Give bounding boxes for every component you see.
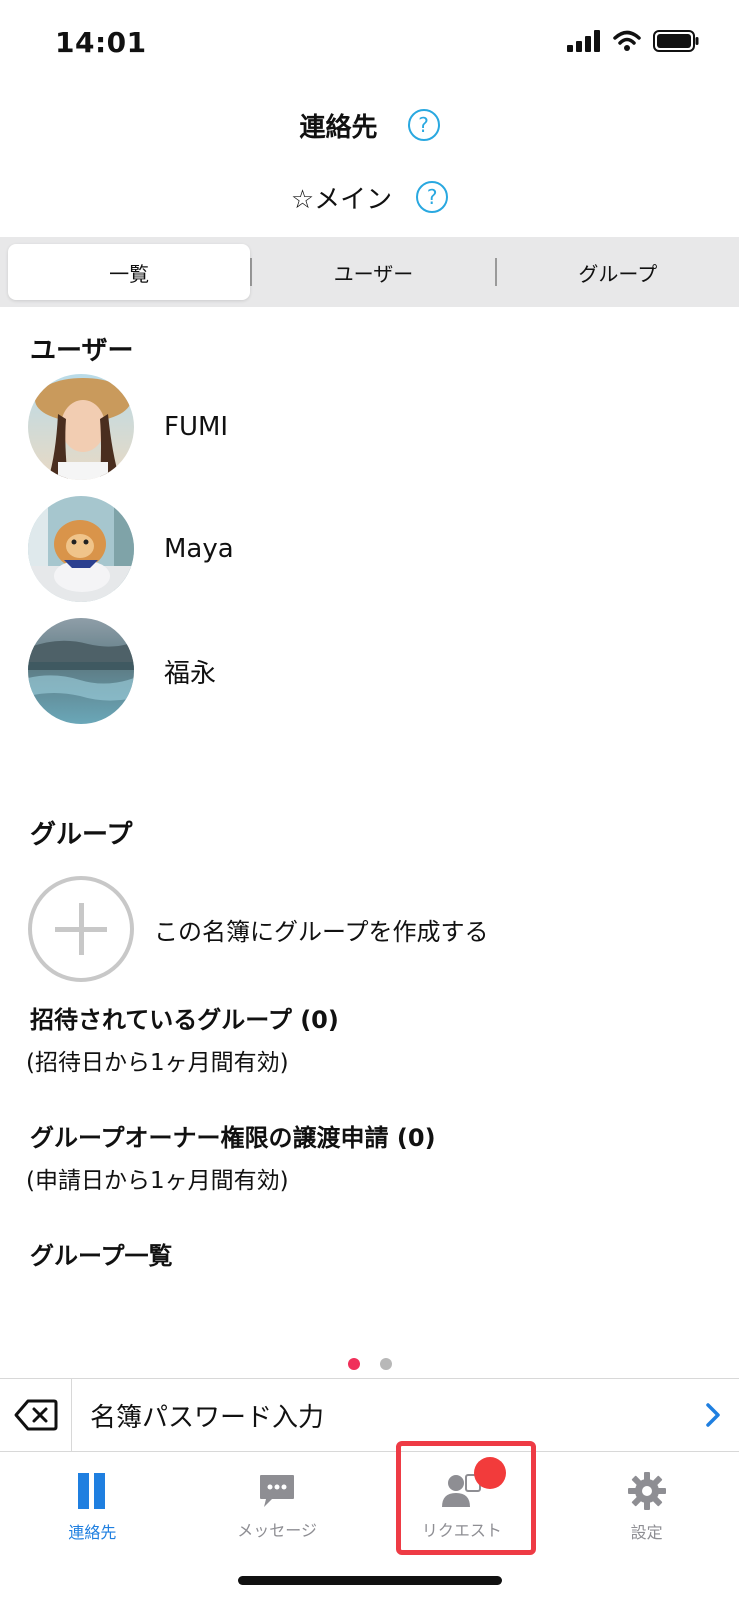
page-dot-active[interactable] <box>347 1358 360 1370</box>
tab-contacts[interactable]: 連絡先 <box>0 1452 185 1562</box>
create-group-button[interactable]: この名簿にグループを作成する <box>28 876 489 982</box>
tab-settings[interactable]: 設定 <box>554 1452 739 1562</box>
help-icon[interactable]: ? <box>416 181 449 213</box>
avatar <box>28 618 134 724</box>
header: 連絡先 ? <box>0 100 739 150</box>
create-group-label[interactable]: この名簿にグループを作成する <box>154 912 489 947</box>
password-input-label[interactable]: 名簿パスワード入力 <box>90 1397 705 1434</box>
avatar <box>28 374 134 480</box>
wifi-icon <box>613 30 641 51</box>
page-title: 連絡先 <box>299 112 378 143</box>
ownership-transfer-note: (申請日から1ヶ月間有効) <box>26 1168 289 1194</box>
user-row[interactable]: 福永 <box>28 618 216 724</box>
message-icon[interactable] <box>258 1473 296 1509</box>
tab-contacts-label[interactable]: 連絡先 <box>68 1519 116 1543</box>
segment-users[interactable]: ユーザー <box>252 244 494 300</box>
user-name: Maya <box>164 534 234 564</box>
status-time: 14:01 <box>55 26 147 59</box>
groups-heading: グループ <box>30 820 133 850</box>
status-bar: 14:01 <box>0 0 739 90</box>
segment-groups[interactable]: グループ <box>497 244 739 300</box>
help-icon[interactable]: ? <box>407 109 440 141</box>
avatar <box>28 496 134 602</box>
contacts-icon[interactable] <box>76 1471 108 1511</box>
invited-groups-note: (招待日から1ヶ月間有効) <box>26 1050 289 1076</box>
tab-bar: 連絡先 メッセージ リクエスト 設定 <box>0 1452 739 1562</box>
battery-icon <box>653 30 699 52</box>
user-name: FUMI <box>164 412 229 442</box>
users-heading: ユーザー <box>30 336 134 366</box>
chevron-right-icon[interactable] <box>705 1402 721 1428</box>
tab-messages[interactable]: メッセージ <box>185 1452 370 1562</box>
clear-input-button[interactable] <box>0 1379 72 1451</box>
segmented-control: 一覧 ユーザー グループ <box>0 237 739 307</box>
home-indicator[interactable] <box>238 1576 502 1585</box>
user-row[interactable]: Maya <box>28 496 234 602</box>
address-book-selector[interactable]: ☆メイン ? <box>0 172 739 222</box>
highlight-box <box>396 1441 536 1555</box>
tab-settings-label[interactable]: 設定 <box>631 1519 663 1543</box>
address-book-password-bar[interactable]: 名簿パスワード入力 <box>0 1378 739 1452</box>
group-list-heading: グループ一覧 <box>30 1242 173 1270</box>
page-indicator[interactable] <box>0 1358 739 1370</box>
page-dot[interactable] <box>379 1358 392 1370</box>
status-icons <box>567 30 699 52</box>
notification-badge <box>474 1457 506 1489</box>
plus-icon[interactable] <box>28 876 134 982</box>
segment-list[interactable]: 一覧 <box>8 244 251 300</box>
invited-groups-title[interactable]: 招待されているグループ (0) <box>30 1000 339 1035</box>
address-book-name[interactable]: ☆メイン <box>291 179 392 216</box>
cellular-signal-icon <box>567 30 600 52</box>
ownership-transfer-title[interactable]: グループオーナー権限の譲渡申請 (0) <box>30 1118 436 1153</box>
delete-icon[interactable] <box>14 1399 58 1431</box>
user-name: 福永 <box>164 658 217 689</box>
user-row[interactable]: FUMI <box>28 374 228 480</box>
tab-messages-label[interactable]: メッセージ <box>237 1517 317 1541</box>
gear-icon[interactable] <box>627 1471 667 1511</box>
